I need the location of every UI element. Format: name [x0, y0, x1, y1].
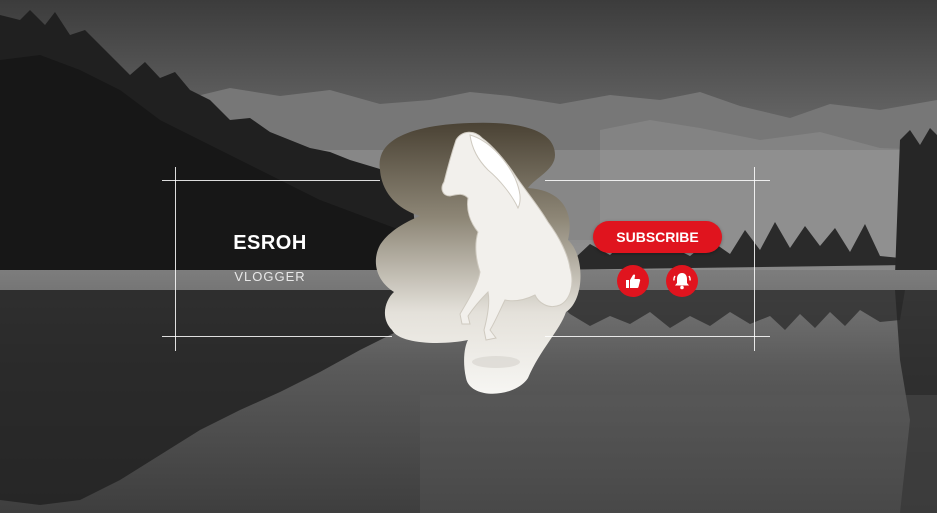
- frame-top-right-line: [545, 180, 770, 181]
- frame-left-line: [175, 167, 176, 351]
- like-button[interactable]: [617, 265, 649, 297]
- subscribe-button[interactable]: SUBSCRIBE: [593, 221, 722, 253]
- frame-bottom-left-line: [162, 336, 392, 337]
- bell-icon: [673, 273, 691, 290]
- channel-role: VLOGGER: [234, 269, 306, 284]
- frame-right-line: [754, 167, 755, 351]
- notification-bell-button[interactable]: [666, 265, 698, 297]
- channel-name: ESROH: [233, 232, 307, 254]
- frame-bottom-right-line: [545, 336, 770, 337]
- landscape-background: [0, 0, 937, 513]
- frame-top-left-line: [162, 180, 380, 181]
- thumbs-up-icon: [626, 274, 641, 288]
